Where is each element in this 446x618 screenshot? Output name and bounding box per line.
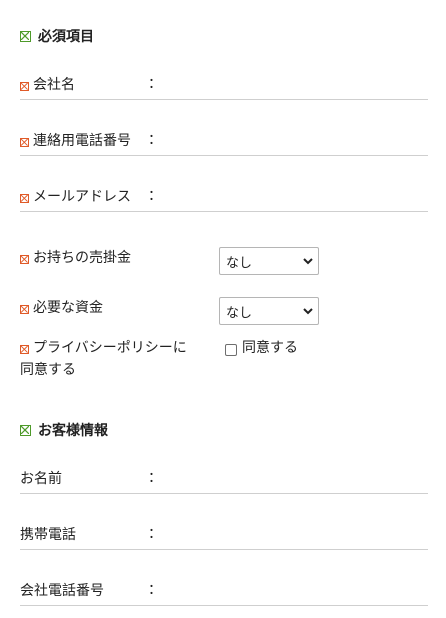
required-funds-label: 必要な資金 xyxy=(33,300,103,316)
privacy-label-line1: プライバシーポリシーに xyxy=(33,340,187,356)
required-funds-selected-value: なし xyxy=(226,305,253,321)
company-name-input[interactable] xyxy=(20,79,428,100)
receivables-selected-value: なし xyxy=(226,255,253,271)
privacy-label-line2: 同意する xyxy=(20,362,76,378)
privacy-agree-label[interactable]: 同意する xyxy=(242,338,298,358)
checkbox-cross-icon xyxy=(20,425,31,436)
mobile-input[interactable] xyxy=(20,529,428,550)
chevron-down-icon xyxy=(303,306,313,317)
required-funds-select[interactable]: なし xyxy=(219,297,319,325)
email-input[interactable] xyxy=(20,191,428,212)
contact-phone-input[interactable] xyxy=(20,135,428,156)
privacy-agree-checkbox[interactable] xyxy=(225,344,237,356)
company-phone-input[interactable] xyxy=(20,585,428,606)
name-input[interactable] xyxy=(20,473,428,494)
required-mark-icon xyxy=(20,305,29,314)
chevron-down-icon xyxy=(303,256,313,267)
section-title-customer: お客様情報 xyxy=(38,423,108,439)
section-title-required: 必須項目 xyxy=(38,29,94,45)
receivables-label: お持ちの売掛金 xyxy=(33,250,131,266)
required-mark-icon xyxy=(20,255,29,264)
receivables-select[interactable]: なし xyxy=(219,247,319,275)
checkbox-cross-icon xyxy=(20,31,31,42)
required-mark-icon xyxy=(20,345,29,354)
